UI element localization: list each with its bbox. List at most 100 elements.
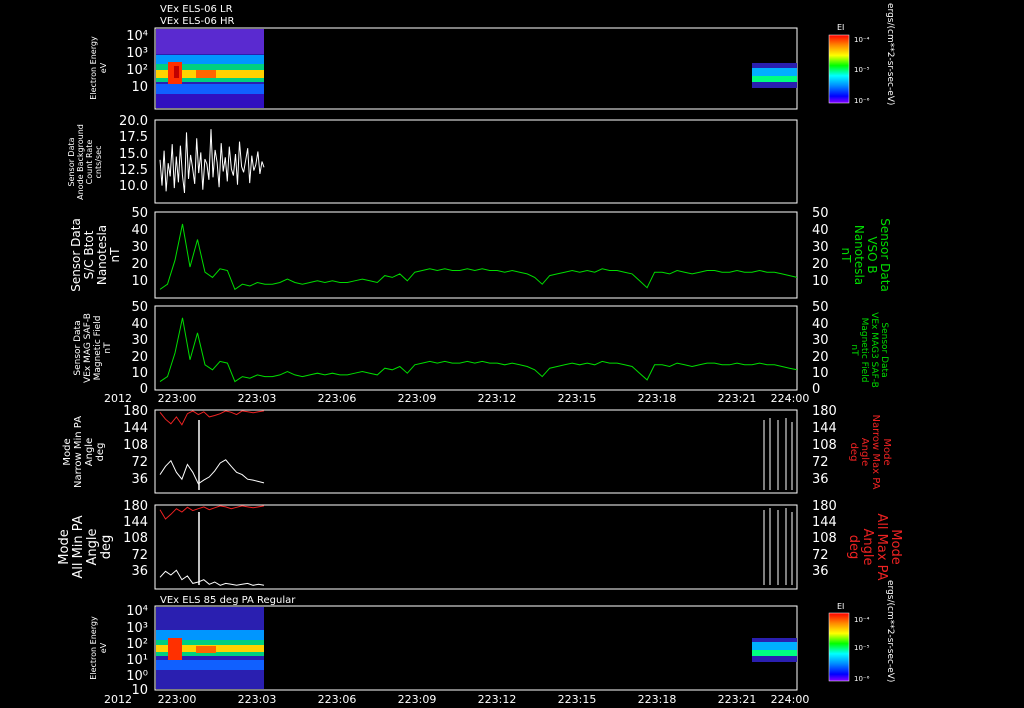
xtick-mid-4: 223:12 — [478, 392, 517, 405]
p3-ytick-2: 30 — [131, 240, 148, 255]
p2-ytick-1: 17.5 — [119, 130, 148, 145]
panel-6-frame — [154, 504, 798, 590]
panel-6-series-1-line — [159, 569, 265, 586]
p6-rlabel-1: All Max PA — [874, 513, 889, 580]
p4-ytick-4: 10 — [131, 366, 148, 381]
p4-ytick-1: 40 — [131, 317, 148, 332]
p3-rtick-4: 10 — [812, 274, 829, 289]
p1-ylabel-0: Electron Energy — [89, 36, 98, 100]
colorbar-bottom-tick-1: 10⁻⁵ — [854, 644, 870, 652]
p5-rtick-1: 144 — [812, 421, 837, 436]
p1-ytick-2: 10² — [126, 63, 148, 78]
p2-ylabel-2: Count Rate — [85, 140, 94, 185]
p7-ytick-0: 10⁴ — [126, 604, 148, 619]
p2-ytick-0: 20.0 — [119, 114, 148, 129]
p5-rtick-0: 180 — [812, 404, 837, 419]
p5-ytick-3: 72 — [131, 455, 148, 470]
xtick-bot-0: 223:00 — [158, 693, 197, 706]
p7-ylabel-0: Electron Energy — [89, 616, 98, 680]
p5-ylabel-1: Narrow Min PA — [73, 416, 84, 488]
p4-ylabel-0: Sensor Data — [73, 320, 83, 375]
p3-ytick-1: 40 — [131, 223, 148, 238]
p3-rlabel-0: Sensor Data — [878, 218, 892, 292]
xtick-bot-4: 223:12 — [478, 693, 517, 706]
xtick-mid-8: 224:00 — [771, 392, 810, 405]
p5-rlabel-2: Angle — [859, 438, 870, 466]
xtick-mid-5: 223:15 — [558, 392, 597, 405]
p4-ytick-2: 30 — [131, 333, 148, 348]
xtick-mid-2: 223:06 — [318, 392, 357, 405]
p4-rtick-4: 10 — [812, 366, 829, 381]
p6-rtick-0: 180 — [812, 499, 837, 514]
xtick-mid-6: 223:18 — [638, 392, 677, 405]
p4-rtick-0: 50 — [812, 300, 829, 315]
p6-ylabel-1: All Min PA — [71, 515, 86, 578]
year-label-bottom: 2012 — [104, 693, 132, 706]
xtick-mid-0: 223:00 — [158, 392, 197, 405]
p4-ylabel-3: nT — [103, 342, 113, 354]
p4-ytick-3: 20 — [131, 350, 148, 365]
p5-rlabel-0: Mode — [881, 438, 892, 465]
p6-rlabel-0: Mode — [888, 529, 903, 564]
xtick-bot-8: 224:00 — [771, 693, 810, 706]
p6-rtick-2: 108 — [812, 531, 837, 546]
panel-2-series-0-line — [159, 129, 265, 194]
p5-ytick-0: 180 — [123, 404, 148, 419]
p5-rtick-2: 108 — [812, 438, 837, 453]
panel-5-series-1-line — [159, 459, 265, 485]
p3-rlabel-1: VSO B — [865, 236, 879, 273]
panel-6-series-0-line — [159, 505, 265, 520]
panel-7-spectrogram — [156, 607, 797, 689]
p4-rlabel-1: VEx MAG3 SAF-B — [869, 312, 879, 388]
p7-ytick-5: 10 — [131, 683, 148, 698]
p7-ylabel-1: eV — [99, 642, 108, 653]
xtick-bot-1: 223:03 — [238, 693, 277, 706]
p5-ytick-1: 144 — [123, 421, 148, 436]
p2-ylabel-3: cnts/sec — [94, 146, 103, 179]
p6-rtick-1: 144 — [812, 515, 837, 530]
p3-ylabel-3: nT — [108, 247, 122, 263]
p3-rlabel-2: Nanotesla — [852, 225, 866, 285]
p4-ytick-5: 0 — [140, 382, 148, 397]
figure: VEx ELS-06 LR VEx ELS-06 HR VEx ELS 85 d… — [57, 3, 903, 706]
p5-rtick-3: 72 — [812, 455, 829, 470]
p6-rlabel-2: Angle — [860, 529, 875, 566]
colorbar-bottom-label: EI — [837, 602, 844, 611]
p1-ylabel-1: eV — [99, 62, 108, 73]
p6-rtick-4: 36 — [812, 564, 829, 579]
p6-ytick-1: 144 — [123, 515, 148, 530]
p6-rlabel-3: deg — [846, 535, 861, 560]
p6-rtick-3: 72 — [812, 548, 829, 563]
bottom-title: VEx ELS 85 deg PA Regular — [160, 595, 296, 606]
p5-rtick-4: 36 — [812, 472, 829, 487]
p3-ylabel-2: Nanotesla — [95, 225, 109, 285]
p1-ytick-3: 10 — [131, 80, 148, 95]
colorbar-top-tick-2: 10⁻⁶ — [854, 97, 870, 105]
p4-rtick-3: 20 — [812, 350, 829, 365]
header-line1: VEx ELS-06 LR — [160, 4, 233, 15]
year-label-mid: 2012 — [104, 392, 132, 405]
panel-5-frame — [154, 409, 798, 494]
p7-ytick-4: 10⁰ — [126, 669, 148, 684]
p3-ytick-0: 50 — [131, 206, 148, 221]
colorbar-bottom: EI 10⁻⁴ 10⁻⁵ 10⁻⁶ ergs/(cm**2-sr-sec-eV) — [828, 580, 895, 683]
p6-ytick-4: 36 — [131, 564, 148, 579]
p6-ytick-3: 72 — [131, 548, 148, 563]
colorbar-bottom-unit: ergs/(cm**2-sr-sec-eV) — [885, 580, 895, 682]
p3-rlabel-3: nT — [839, 248, 853, 264]
p4-rlabel-0: Sensor Data — [879, 322, 889, 377]
p5-ytick-4: 36 — [131, 472, 148, 487]
p7-ytick-3: 10¹ — [126, 653, 148, 668]
colorbar-top: EI 10⁻⁴ 10⁻⁵ 10⁻⁶ ergs/(cm**2-sr-sec-eV) — [828, 3, 895, 105]
panel-3-series-0-line — [159, 223, 798, 291]
p5-rlabel-3: deg — [848, 443, 859, 462]
p2-ylabel-0: Sensor Data — [67, 137, 76, 186]
header-line2: VEx ELS-06 HR — [160, 16, 235, 27]
p4-ytick-0: 50 — [131, 300, 148, 315]
colorbar-top-tick-1: 10⁻⁵ — [854, 66, 870, 74]
colorbar-top-label: EI — [837, 23, 844, 32]
p7-ytick-1: 10³ — [126, 621, 148, 636]
p5-ylabel-3: deg — [95, 443, 106, 462]
p3-ytick-3: 20 — [131, 257, 148, 272]
xtick-bot-5: 223:15 — [558, 693, 597, 706]
